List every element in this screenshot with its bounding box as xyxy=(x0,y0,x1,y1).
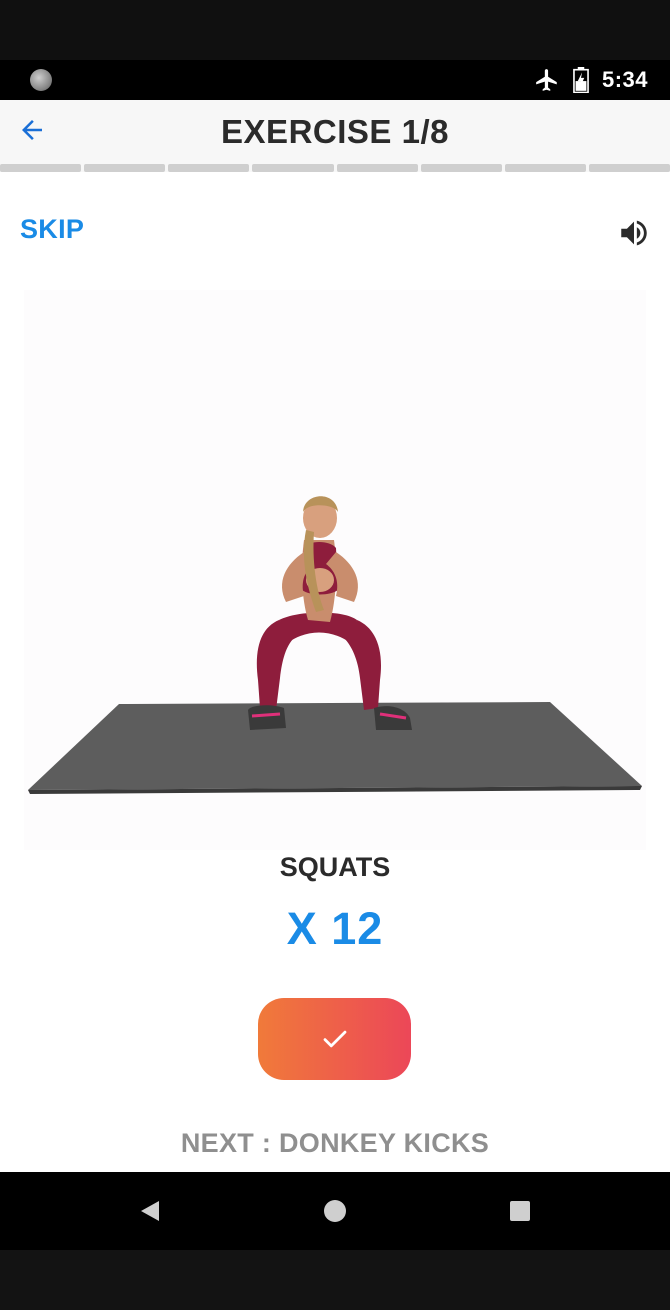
app-bar: EXERCISE 1/8 xyxy=(0,100,670,164)
exercise-illustration xyxy=(24,290,646,850)
bottom-bezel xyxy=(0,1250,670,1310)
progress-segment xyxy=(420,164,502,172)
exercise-name: SQUATS xyxy=(279,852,391,882)
exercise-progress-bar xyxy=(0,164,670,172)
arrow-left-icon xyxy=(22,120,42,140)
nav-recents-button[interactable] xyxy=(480,1172,560,1250)
home-circle-icon xyxy=(324,1200,346,1222)
battery-icon xyxy=(573,67,589,93)
system-nav-bar xyxy=(0,1172,670,1250)
progress-segment xyxy=(84,164,166,172)
back-button[interactable] xyxy=(12,110,52,150)
speaker-icon xyxy=(621,220,647,246)
back-triangle-icon xyxy=(141,1201,159,1221)
progress-segment xyxy=(0,164,82,172)
progress-segment xyxy=(336,164,418,172)
nav-home-button[interactable] xyxy=(295,1172,375,1250)
progress-segment xyxy=(504,164,586,172)
squat-figure-illustration xyxy=(28,496,642,794)
nav-back-button[interactable] xyxy=(110,1172,190,1250)
notification-dot-icon xyxy=(30,69,52,91)
complete-exercise-button[interactable] xyxy=(258,998,411,1080)
status-time: 5:34 xyxy=(601,67,648,92)
top-bezel xyxy=(0,0,670,60)
checkmark-icon xyxy=(323,1030,346,1048)
progress-segment xyxy=(252,164,334,172)
recents-square-icon xyxy=(510,1201,530,1221)
sound-toggle-button[interactable] xyxy=(616,216,652,250)
exercise-reps: X 12 xyxy=(286,903,384,954)
skip-button[interactable]: SKIP xyxy=(20,214,84,245)
progress-segment xyxy=(168,164,250,172)
progress-segment xyxy=(588,164,670,172)
next-exercise-label: NEXT : DONKEY KICKS xyxy=(180,1128,490,1158)
airplane-mode-icon xyxy=(536,69,557,91)
page-title: EXERCISE 1/8 xyxy=(221,113,449,150)
status-bar: 5:34 xyxy=(0,60,670,100)
